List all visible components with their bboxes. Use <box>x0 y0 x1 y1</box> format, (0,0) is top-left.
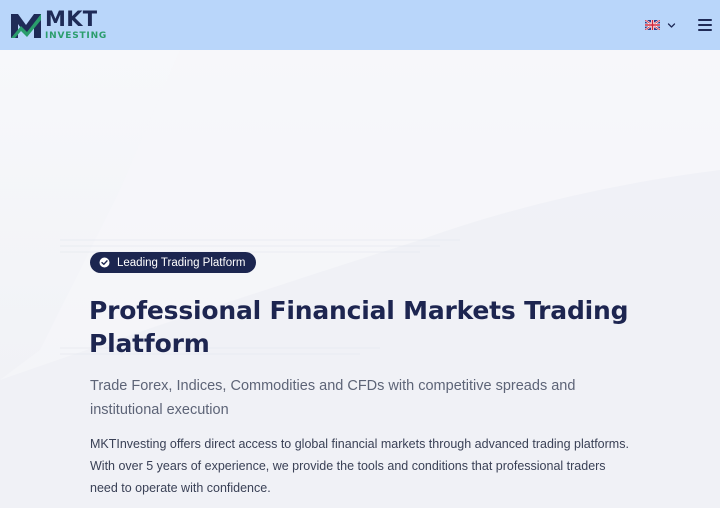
site-header: MKT INVESTING <box>0 0 720 50</box>
hamburger-menu-icon[interactable] <box>698 19 712 31</box>
chevron-down-icon <box>667 22 676 28</box>
badge-label: Leading Trading Platform <box>117 256 246 269</box>
hero-section: Leading Trading Platform Professional Fi… <box>0 50 720 508</box>
uk-flag-icon <box>645 20 660 30</box>
leading-platform-badge: Leading Trading Platform <box>90 252 256 273</box>
site-logo[interactable]: MKT INVESTING <box>9 5 107 45</box>
hero-description: MKTInvesting offers direct access to glo… <box>90 437 629 495</box>
mkt-logo-icon <box>11 14 41 38</box>
language-selector[interactable] <box>645 20 676 30</box>
logo-subtitle: INVESTING <box>45 31 108 41</box>
logo-wordmark: MKT <box>45 7 98 31</box>
check-circle-icon <box>99 257 110 268</box>
hero-subtitle: Trade Forex, Indices, Commodities and CF… <box>90 378 576 418</box>
hero-title: Professional Financial Markets Trading P… <box>89 296 629 358</box>
